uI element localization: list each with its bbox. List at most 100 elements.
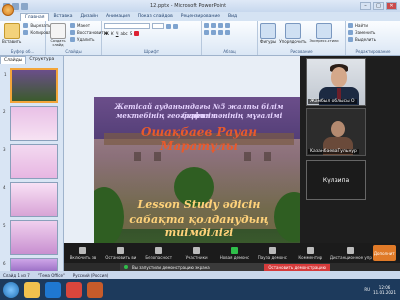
participant-video-3[interactable]: Күлзипа bbox=[306, 160, 366, 200]
paste-button[interactable] bbox=[3, 23, 20, 39]
share-screen-icon bbox=[231, 246, 238, 254]
bold-icon[interactable]: Ж bbox=[104, 31, 109, 36]
shield-icon bbox=[155, 246, 163, 254]
slide-thumb-3[interactable]: 3 bbox=[3, 144, 58, 179]
tab-review[interactable]: Рецензирование bbox=[177, 13, 224, 21]
browser-icon[interactable] bbox=[66, 281, 82, 298]
tab-outline[interactable]: Структура bbox=[26, 56, 57, 64]
language-indicator[interactable]: Русский (Россия) bbox=[73, 273, 108, 278]
start-button[interactable] bbox=[3, 281, 19, 298]
stop-share-button[interactable]: Остановить демонстрацию bbox=[264, 263, 330, 271]
security-button[interactable]: Безопасност bbox=[140, 246, 178, 260]
replace-label[interactable]: Заменить bbox=[355, 30, 375, 35]
shrink-font-icon[interactable] bbox=[173, 23, 178, 29]
screen-share-bar: Вы запустили демонстрацию экрана Останов… bbox=[120, 263, 330, 271]
paragraph-group: Абзац bbox=[202, 21, 258, 55]
paragraph-group-label: Абзац bbox=[223, 49, 236, 54]
redo-icon[interactable] bbox=[21, 2, 28, 10]
slide-thumb-2[interactable]: 2 bbox=[3, 106, 58, 141]
editing-group-label: Редактирование bbox=[355, 49, 391, 54]
tab-animation[interactable]: Анимация bbox=[102, 13, 134, 21]
pen-icon bbox=[306, 246, 314, 254]
annotate-button[interactable]: Комментир bbox=[291, 246, 329, 260]
window-controls: – □ ✕ bbox=[360, 2, 397, 10]
pause-share-button[interactable]: Пауза демонс bbox=[253, 246, 291, 260]
person-head bbox=[331, 67, 347, 87]
arrange-button[interactable] bbox=[284, 23, 301, 39]
explorer-icon[interactable] bbox=[24, 281, 40, 298]
current-slide[interactable]: Жетісай ауданындағы №5 жалпы білім берет… bbox=[94, 97, 304, 247]
office-button[interactable] bbox=[2, 4, 14, 16]
participant-video-2[interactable]: KазанбаеваГульнур bbox=[306, 108, 366, 156]
bullets-icon[interactable] bbox=[204, 23, 209, 28]
participant-video-1[interactable]: Жамбыл облысы О bbox=[306, 58, 366, 106]
find-icon[interactable] bbox=[348, 23, 353, 28]
align-left-icon[interactable] bbox=[204, 30, 209, 35]
delete-icon[interactable] bbox=[70, 37, 75, 42]
find-label[interactable]: Найти bbox=[355, 23, 368, 28]
layout-icon[interactable] bbox=[70, 23, 75, 28]
remote-control-icon bbox=[347, 246, 355, 254]
delete-label[interactable]: Удалить bbox=[77, 37, 95, 42]
keyboard-language[interactable]: RU bbox=[364, 287, 370, 292]
tab-slides[interactable]: Слайды bbox=[0, 56, 27, 64]
indent-icon[interactable] bbox=[218, 23, 223, 28]
theme-name: "Тема Office" bbox=[37, 272, 65, 278]
new-slide-label: Создать слайд bbox=[50, 39, 66, 47]
italic-icon[interactable]: К bbox=[111, 31, 114, 36]
align-center-icon[interactable] bbox=[211, 30, 216, 35]
powerpoint-icon[interactable] bbox=[87, 281, 103, 298]
reset-icon[interactable] bbox=[70, 30, 75, 35]
participant-name: Күлзипа bbox=[322, 177, 350, 184]
select-icon[interactable] bbox=[348, 37, 353, 42]
slide-thumb-5[interactable]: 5 bbox=[3, 220, 58, 255]
tab-insert[interactable]: Вставка bbox=[49, 13, 76, 21]
more-button[interactable]: Дополнит bbox=[372, 245, 396, 261]
slide-counter: Слайд 1 из 7 bbox=[3, 272, 30, 278]
font-name-field[interactable] bbox=[104, 23, 150, 29]
participants-button[interactable]: Участники bbox=[178, 246, 216, 260]
font-color-icon[interactable] bbox=[134, 31, 140, 36]
minimize-button[interactable]: – bbox=[360, 2, 371, 10]
underline-icon[interactable]: Ч bbox=[116, 31, 119, 36]
remote-control-button[interactable]: Дистанционное упр bbox=[329, 246, 372, 260]
slide-editing-area: Жетісай ауданындағы №5 жалпы білім берет… bbox=[64, 56, 304, 247]
participant-name: KазанбаеваГульнур bbox=[308, 149, 359, 154]
quick-styles-button[interactable] bbox=[316, 23, 333, 39]
slide-thumb-4[interactable]: 4 bbox=[3, 182, 58, 217]
layout-label[interactable]: Макет bbox=[77, 23, 90, 28]
strike-icon[interactable]: abc bbox=[121, 31, 128, 36]
justify-icon[interactable] bbox=[225, 30, 230, 35]
tab-view[interactable]: Вид bbox=[224, 13, 241, 21]
drawing-group-label: Рисование bbox=[290, 49, 313, 54]
line-spacing-icon[interactable] bbox=[225, 23, 230, 28]
zoom-icon[interactable] bbox=[45, 281, 61, 298]
slide-title-line2: сабақта қолданудың тиімділігі bbox=[129, 213, 269, 239]
numbering-icon[interactable] bbox=[211, 23, 216, 28]
stop-video-button[interactable]: Остановить ви bbox=[102, 246, 140, 260]
tab-slideshow[interactable]: Показ слайдов bbox=[134, 13, 177, 21]
maximize-button[interactable]: □ bbox=[373, 2, 384, 10]
shapes-button[interactable] bbox=[260, 23, 277, 39]
clock[interactable]: 12:06 11.01.2021 bbox=[373, 285, 396, 295]
align-right-icon[interactable] bbox=[218, 30, 223, 35]
building-window bbox=[264, 152, 271, 161]
new-share-button[interactable]: Новая демонс bbox=[216, 246, 254, 260]
shadow-icon[interactable]: S bbox=[130, 31, 133, 36]
unmute-button[interactable]: Включить зв bbox=[64, 246, 102, 260]
font-size-field[interactable] bbox=[152, 23, 164, 29]
people-icon bbox=[193, 246, 201, 254]
select-label[interactable]: Выделить bbox=[355, 37, 376, 42]
participants-video-panel: Жамбыл облысы О KазанбаеваГульнур Күлзип… bbox=[300, 56, 400, 243]
replace-icon[interactable] bbox=[348, 30, 353, 35]
slide-thumb-1[interactable]: 1 bbox=[4, 68, 58, 103]
tab-home[interactable]: Главная bbox=[20, 13, 50, 21]
grow-font-icon[interactable] bbox=[166, 23, 171, 29]
close-button[interactable]: ✕ bbox=[386, 2, 397, 10]
tab-design[interactable]: Дизайн bbox=[77, 13, 102, 21]
copy-icon[interactable] bbox=[23, 30, 29, 35]
new-slide-button[interactable] bbox=[50, 23, 66, 39]
cut-icon[interactable] bbox=[23, 23, 29, 28]
ribbon-tabs: Главная Вставка Дизайн Анимация Показ сл… bbox=[0, 4, 400, 21]
slide-subtitle-line2: мектебінің география пәнінің мұғалімі bbox=[115, 111, 283, 120]
